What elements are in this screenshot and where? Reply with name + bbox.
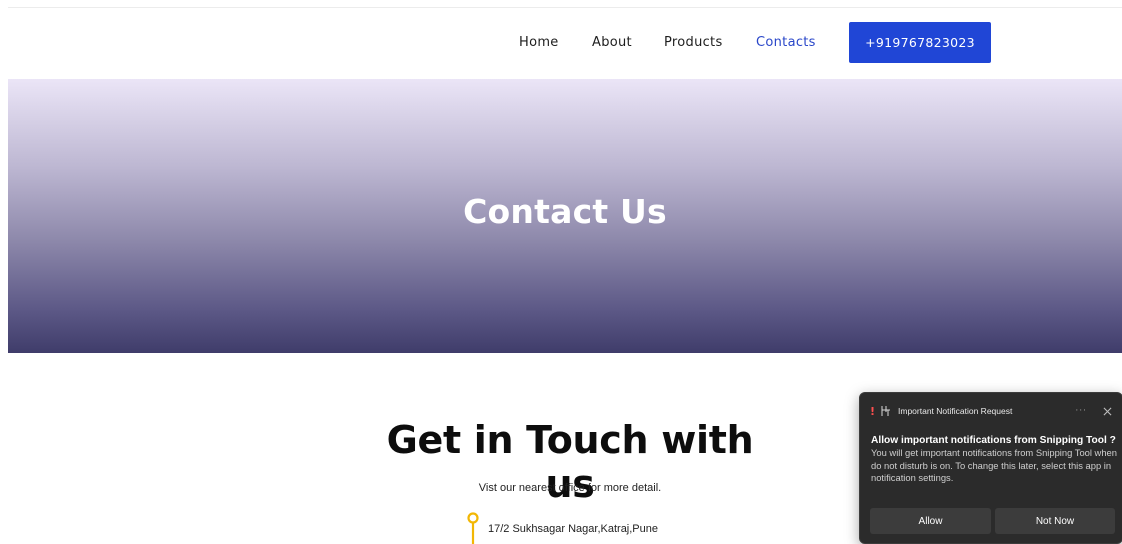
more-options-icon[interactable]: ··· <box>1075 406 1087 416</box>
address-text: 17/2 Sukhsagar Nagar,Katraj,Pune <box>488 523 659 535</box>
not-now-button[interactable]: Not Now <box>995 508 1115 534</box>
toast-app-label: Important Notification Request <box>898 406 1013 416</box>
toast-message: You will get important notifications fro… <box>871 447 1117 483</box>
toast-header: ! Important Notification Request ··· <box>870 404 1112 418</box>
nav-link-contacts[interactable]: Contacts <box>756 35 816 50</box>
hero-banner: Contact Us <box>8 79 1122 353</box>
toast-title: Allow important notifications from Snipp… <box>871 435 1116 446</box>
contact-subtitle: Vist our nearest office for more detail. <box>478 482 662 494</box>
navbar: Home About Products Contacts +9197678230… <box>0 8 1122 78</box>
allow-button[interactable]: Allow <box>870 508 991 534</box>
warning-icon: ! <box>870 404 876 418</box>
close-icon[interactable] <box>1103 407 1112 416</box>
address-row: 17/2 Sukhsagar Nagar,Katraj,Pune <box>466 512 658 544</box>
map-pin-icon <box>467 512 479 544</box>
nav-link-about[interactable]: About <box>592 35 632 50</box>
nav-link-products[interactable]: Products <box>664 35 723 50</box>
hero-title: Contact Us <box>463 192 667 231</box>
notification-toast: ! Important Notification Request ··· All… <box>859 392 1122 544</box>
phone-call-button[interactable]: +919767823023 <box>849 22 991 63</box>
nav-link-home[interactable]: Home <box>519 35 559 50</box>
toast-body: Allow important notifications from Snipp… <box>871 434 1119 485</box>
snipping-tool-icon <box>881 406 890 416</box>
